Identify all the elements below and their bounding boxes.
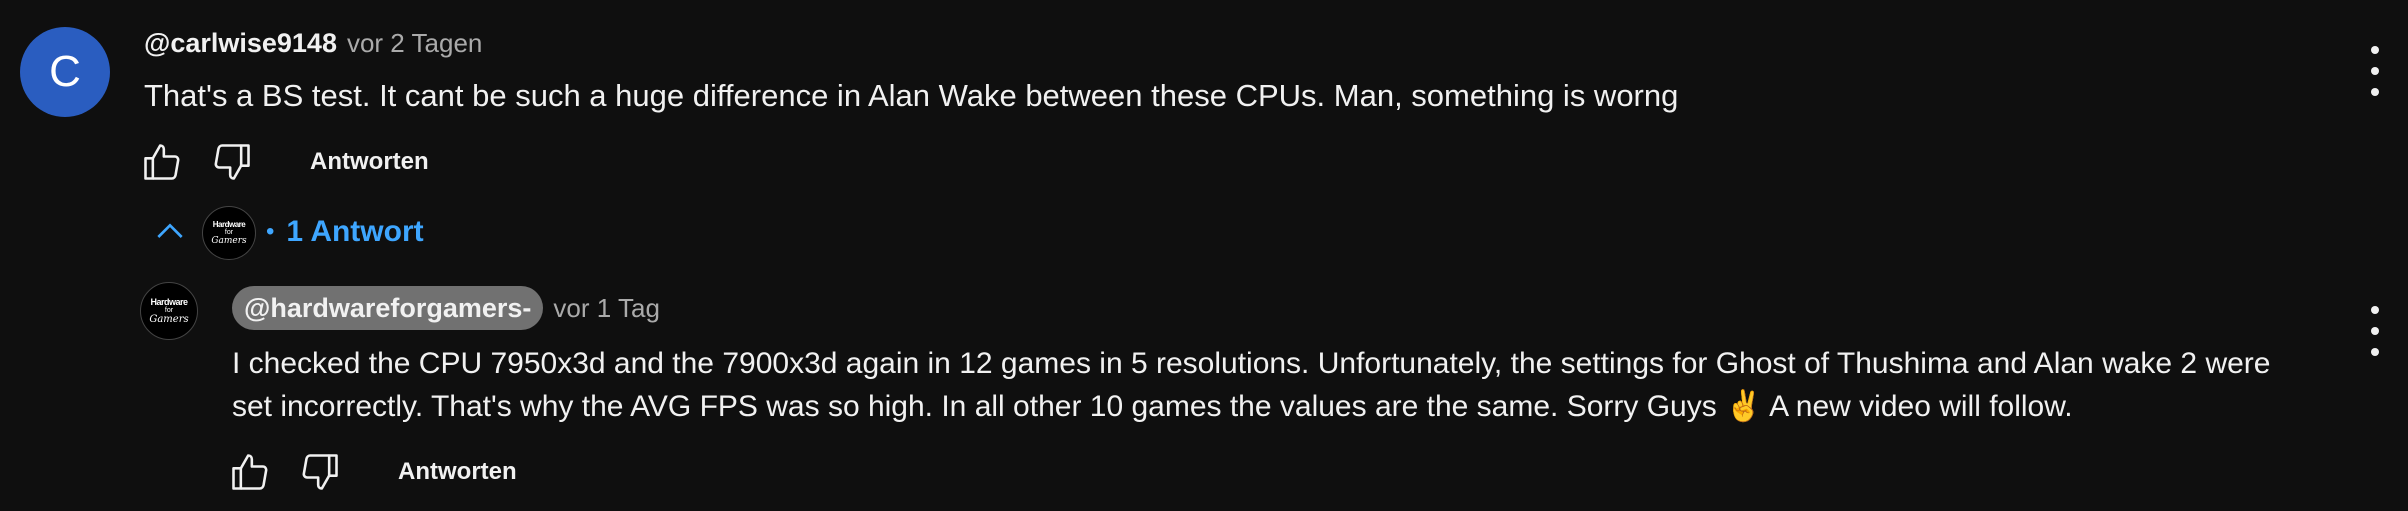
reply-like-button[interactable] [226, 448, 274, 496]
thumbs-up-icon [144, 144, 180, 180]
chevron-up-icon [157, 223, 183, 238]
more-vert-icon [2371, 306, 2379, 314]
comment-text: That's a BS test. It cant be such a huge… [144, 78, 1679, 113]
dislike-button[interactable] [208, 138, 256, 186]
thumbs-up-icon [232, 454, 268, 490]
avatar[interactable]: C [20, 27, 110, 117]
reply-text-line-2: set incorrectly. That's why the AVG FPS … [232, 390, 2073, 423]
avatar-letter: C [49, 47, 81, 96]
reply-button[interactable]: Antworten [310, 148, 429, 176]
comment-header: @carlwise9148 vor 2 Tagen [144, 28, 482, 59]
reply-author-chip[interactable]: @hardwareforgamers- [232, 286, 544, 330]
replier-avatar-small: Hardware for Gamers [202, 206, 256, 260]
reply-menu-button[interactable] [2360, 306, 2390, 356]
reply-header: @hardwareforgamers- vor 1 Tag [232, 286, 660, 330]
more-vert-icon [2371, 46, 2379, 54]
reply-dislike-button[interactable] [296, 448, 344, 496]
replies-toggle[interactable]: Hardware for Gamers • 1 Antwort [150, 206, 424, 260]
reply-time[interactable]: vor 1 Tag [553, 293, 659, 324]
reply-reply-button[interactable]: Antworten [398, 458, 517, 486]
like-button[interactable] [138, 138, 186, 186]
thumbs-down-icon [214, 144, 250, 180]
comment-menu-button[interactable] [2360, 46, 2390, 96]
reply-count[interactable]: 1 Antwort [286, 215, 423, 249]
bullet-separator: • [266, 218, 275, 245]
thumbs-down-icon [302, 454, 338, 490]
reply-avatar[interactable]: Hardware for Gamers [140, 282, 198, 340]
comment-author[interactable]: @carlwise9148 [144, 28, 337, 59]
comment-time[interactable]: vor 2 Tagen [347, 28, 482, 59]
reply-text-line-1: I checked the CPU 7950x3d and the 7900x3… [232, 347, 2271, 380]
